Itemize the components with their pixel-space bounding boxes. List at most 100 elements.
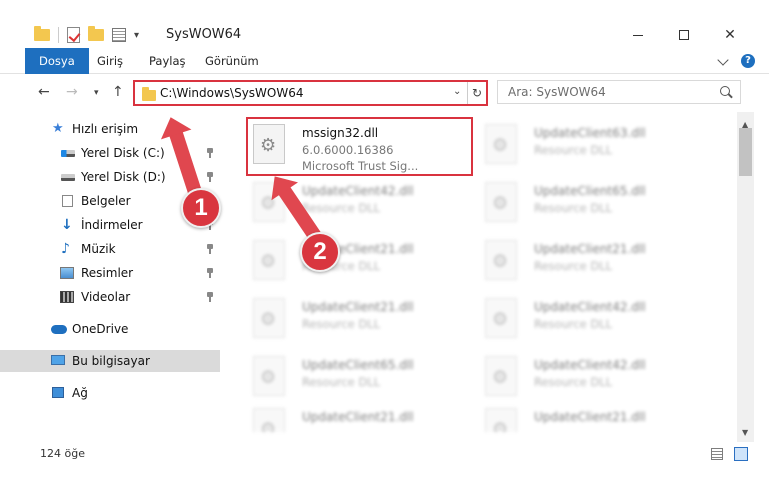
file-item[interactable]: UpdateClient21.dll Resource DLL bbox=[248, 234, 478, 290]
file-item[interactable]: UpdateClient65.dll Resource DLL bbox=[248, 350, 478, 406]
file-item[interactable]: UpdateClient21.dll bbox=[248, 402, 478, 432]
file-description: Resource DLL bbox=[302, 317, 381, 331]
sidebar-item-label: Yerel Disk (C:) bbox=[81, 146, 165, 160]
file-item[interactable]: UpdateClient65.dll Resource DLL bbox=[480, 176, 710, 232]
navigation-bar: ← → ▾ ↑ C:\Windows\SysWOW64 ⌄ ↻ Ara: Sys… bbox=[0, 78, 769, 108]
ribbon-tabs: Dosya Giriş Paylaş Görünüm ? bbox=[0, 48, 769, 74]
computer-icon bbox=[51, 355, 65, 365]
drive-icon bbox=[61, 150, 75, 157]
videos-icon bbox=[60, 291, 74, 303]
file-name: UpdateClient42.dll bbox=[302, 184, 414, 198]
sidebar-item-music[interactable]: ♪ Müzik bbox=[0, 238, 220, 260]
status-bar: 124 öğe bbox=[0, 444, 769, 466]
pin-icon[interactable] bbox=[206, 292, 214, 302]
file-description: Resource DLL bbox=[302, 201, 381, 215]
file-description: Resource DLL bbox=[302, 375, 381, 389]
dll-file-icon bbox=[253, 408, 285, 432]
search-icon[interactable] bbox=[720, 86, 730, 96]
music-icon: ♪ bbox=[61, 241, 70, 257]
cloud-icon bbox=[51, 325, 67, 334]
file-item[interactable]: UpdateClient63.dll Resource DLL bbox=[480, 118, 710, 174]
pin-icon[interactable] bbox=[206, 268, 214, 278]
file-name: UpdateClient21.dll bbox=[534, 410, 646, 424]
sidebar-item-label: Ağ bbox=[72, 386, 88, 400]
dll-file-icon bbox=[485, 124, 517, 164]
qat-dropdown-icon[interactable]: ▾ bbox=[134, 30, 139, 41]
sidebar-item-label: Resimler bbox=[81, 266, 134, 280]
tab-share[interactable]: Paylaş bbox=[135, 48, 200, 74]
refresh-icon[interactable]: ↻ bbox=[467, 82, 486, 104]
up-arrow-icon[interactable]: ↑ bbox=[112, 84, 124, 100]
address-path[interactable]: C:\Windows\SysWOW64 bbox=[160, 85, 304, 101]
forward-arrow-icon[interactable]: → bbox=[66, 84, 78, 100]
file-item[interactable]: UpdateClient21.dll Resource DLL bbox=[248, 292, 478, 348]
new-folder-icon[interactable] bbox=[88, 26, 104, 41]
maximize-icon bbox=[679, 30, 689, 40]
maximize-button[interactable] bbox=[661, 24, 707, 46]
folder-icon bbox=[142, 87, 156, 101]
properties-check-icon[interactable] bbox=[67, 27, 80, 43]
title-bar: ▾ SysWOW64 ✕ bbox=[0, 0, 769, 46]
file-description: Resource DLL bbox=[534, 259, 613, 273]
scroll-thumb[interactable] bbox=[739, 128, 752, 176]
sidebar-item-this-pc[interactable]: Bu bilgisayar bbox=[0, 350, 220, 372]
file-item[interactable]: UpdateClient42.dll Resource DLL bbox=[480, 350, 710, 406]
file-item[interactable]: UpdateClient21.dll Resource DLL bbox=[480, 234, 710, 290]
close-button[interactable]: ✕ bbox=[707, 24, 753, 46]
properties-icon[interactable] bbox=[112, 28, 126, 42]
file-name: UpdateClient21.dll bbox=[302, 300, 414, 314]
recent-locations-chevron-icon[interactable]: ▾ bbox=[94, 88, 99, 98]
search-placeholder: Ara: SysWOW64 bbox=[508, 85, 606, 99]
dll-file-icon bbox=[253, 298, 285, 338]
star-icon: ★ bbox=[52, 121, 64, 136]
expand-ribbon-chevron-icon[interactable] bbox=[717, 53, 729, 66]
sidebar-item-onedrive[interactable]: OneDrive bbox=[0, 318, 220, 340]
dll-file-icon bbox=[253, 356, 285, 396]
sidebar-item-videos[interactable]: Videolar bbox=[0, 286, 220, 308]
vertical-scrollbar[interactable]: ▲ ▼ bbox=[737, 112, 754, 442]
tab-view[interactable]: Görünüm bbox=[191, 48, 273, 74]
sidebar-item-network[interactable]: Ağ bbox=[0, 382, 220, 404]
file-item[interactable]: UpdateClient42.dll Resource DLL bbox=[480, 292, 710, 348]
ribbon-controls: ? bbox=[717, 53, 755, 68]
sidebar-item-label: İndirmeler bbox=[81, 218, 143, 232]
sidebar-item-label: Bu bilgisayar bbox=[72, 354, 150, 368]
back-arrow-icon[interactable]: ← bbox=[38, 84, 50, 100]
address-bar[interactable]: C:\Windows\SysWOW64 ⌄ ↻ bbox=[133, 80, 488, 106]
tab-home[interactable]: Giriş bbox=[83, 48, 137, 74]
file-name: UpdateClient65.dll bbox=[534, 184, 646, 198]
details-view-icon[interactable] bbox=[711, 448, 723, 460]
tab-file[interactable]: Dosya bbox=[25, 48, 89, 74]
file-name: UpdateClient63.dll bbox=[534, 126, 646, 140]
dll-file-icon bbox=[485, 240, 517, 280]
pin-icon[interactable] bbox=[206, 244, 214, 254]
file-name: UpdateClient42.dll bbox=[534, 300, 646, 314]
file-name: UpdateClient21.dll bbox=[302, 410, 414, 424]
address-dropdown-icon[interactable]: ⌄ bbox=[453, 86, 461, 97]
file-description: Resource DLL bbox=[534, 143, 613, 157]
file-description: Resource DLL bbox=[534, 375, 613, 389]
sidebar-item-label: Hızlı erişim bbox=[72, 122, 139, 136]
help-icon[interactable]: ? bbox=[741, 54, 755, 68]
pin-icon[interactable] bbox=[206, 148, 214, 158]
search-input[interactable]: Ara: SysWOW64 bbox=[497, 80, 741, 104]
quick-access-toolbar: ▾ bbox=[34, 24, 139, 46]
toolbar-divider bbox=[58, 27, 59, 43]
sidebar-item-pictures[interactable]: Resimler bbox=[0, 262, 220, 284]
minimize-icon bbox=[633, 34, 643, 36]
dll-file-icon bbox=[485, 356, 517, 396]
file-item[interactable]: UpdateClient21.dll bbox=[480, 402, 710, 432]
file-name: UpdateClient21.dll bbox=[534, 242, 646, 256]
dll-file-icon bbox=[485, 182, 517, 222]
folder-icon[interactable] bbox=[34, 26, 50, 41]
dll-file-icon bbox=[485, 408, 517, 432]
pictures-icon bbox=[60, 267, 74, 279]
pin-icon[interactable] bbox=[206, 172, 214, 182]
sidebar-item-label: Yerel Disk (D:) bbox=[81, 170, 166, 184]
sidebar-item-label: Videolar bbox=[81, 290, 131, 304]
minimize-button[interactable] bbox=[615, 24, 661, 46]
dll-file-icon bbox=[253, 240, 285, 280]
scroll-down-icon[interactable]: ▼ bbox=[742, 428, 748, 437]
documents-icon bbox=[62, 195, 73, 207]
tiles-view-icon[interactable] bbox=[734, 447, 748, 461]
